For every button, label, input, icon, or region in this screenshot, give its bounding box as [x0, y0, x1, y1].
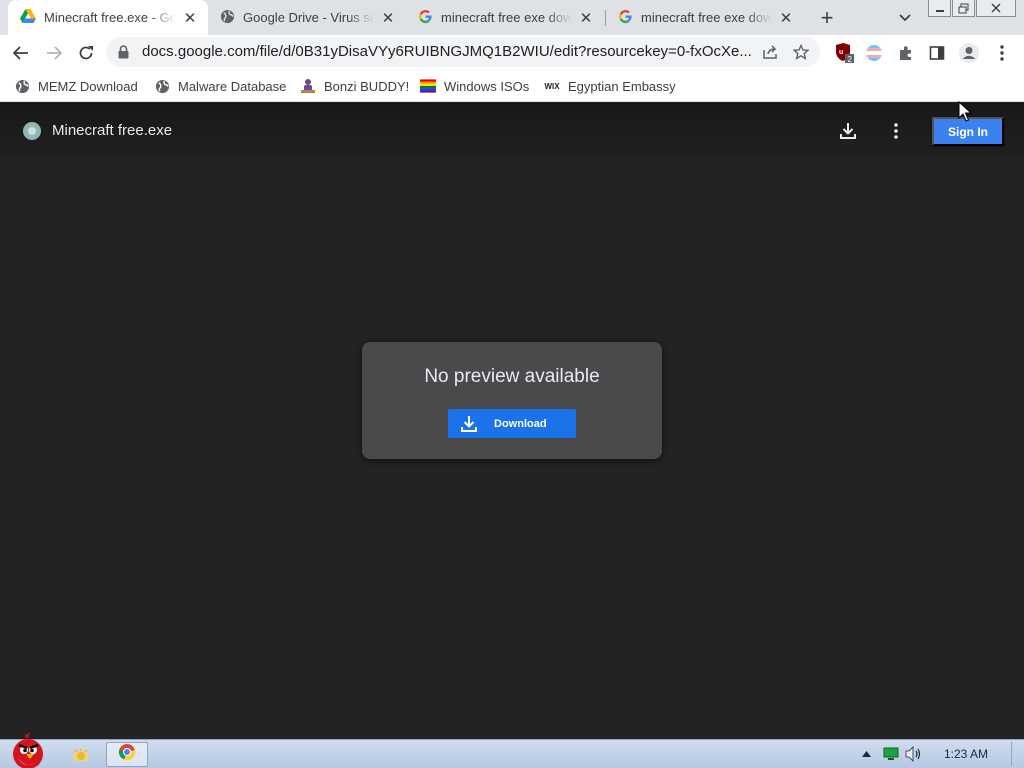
address-bar[interactable]: docs.google.com/file/d/0B31yDisaVYy6RUIB… [106, 37, 820, 67]
globe-icon [220, 9, 235, 27]
mouse-cursor-icon [958, 100, 973, 128]
back-arrow-icon[interactable] [7, 39, 35, 67]
tab-google-search-2[interactable]: minecraft free exe download ✕ [606, 0, 804, 35]
profile-avatar-icon[interactable] [955, 39, 983, 67]
download-icon [458, 413, 480, 435]
bookmark-star-icon[interactable] [789, 40, 813, 64]
tab-title: minecraft free exe download [441, 10, 572, 25]
tab-minecraft-drive[interactable]: Minecraft free.exe - Google Drive ✕ [8, 0, 208, 35]
side-panel-icon[interactable] [923, 39, 951, 67]
pride-flag-extension-icon[interactable] [860, 39, 888, 67]
chrome-icon [118, 743, 136, 766]
tab-title: Minecraft free.exe - Google Drive [44, 10, 176, 25]
close-tab-icon[interactable]: ✕ [778, 10, 794, 27]
google-drive-icon [20, 9, 36, 26]
lock-icon[interactable] [118, 45, 129, 64]
svg-text:u: u [839, 49, 843, 56]
new-tab-button[interactable]: + [814, 5, 840, 31]
tray-expand-arrow-icon[interactable] [860, 746, 872, 762]
bookmark-malware-database[interactable]: Malware Database [154, 75, 286, 97]
bookmark-label: MEMZ Download [38, 78, 138, 94]
bookmark-egyptian-embassy[interactable]: WIX Egyptian Embassy [544, 75, 676, 97]
network-icon[interactable] [883, 746, 899, 762]
rainbow-flag-icon [420, 78, 436, 94]
wix-icon: WIX [544, 81, 560, 91]
tab-search-chevron-icon[interactable] [893, 5, 917, 31]
more-options-kebab-icon[interactable] [884, 119, 908, 143]
explorer-icon[interactable] [70, 742, 92, 767]
bookmark-label: Egyptian Embassy [568, 78, 676, 94]
restore-button[interactable] [952, 0, 975, 17]
tab-title: minecraft free exe download [641, 10, 772, 25]
taskbar-clock[interactable]: 1:23 AM [944, 747, 988, 761]
bookmark-bonzi-buddy[interactable]: Bonzi BUDDY! [300, 75, 409, 97]
forward-arrow-icon[interactable] [40, 39, 68, 67]
taskbar: 1:23 AM [0, 732, 1024, 768]
browser-menu-kebab-icon[interactable] [988, 39, 1016, 67]
start-button-angry-bird-icon[interactable] [4, 732, 50, 768]
no-preview-message: No preview available [424, 366, 600, 387]
close-tab-icon[interactable]: ✕ [578, 10, 594, 27]
viewer-header: Minecraft free.exe Sign In [0, 103, 1024, 159]
close-tab-icon[interactable]: ✕ [182, 10, 198, 27]
download-icon[interactable] [836, 119, 860, 143]
globe-icon [154, 78, 170, 94]
minimize-button[interactable] [928, 0, 951, 17]
tab-google-search-1[interactable]: minecraft free exe download ✕ [406, 0, 604, 35]
google-g-icon [618, 9, 633, 27]
extensions-puzzle-icon[interactable] [892, 39, 920, 67]
extension-badge-count: 2 [848, 55, 853, 64]
reload-icon[interactable] [72, 39, 100, 67]
globe-icon [14, 78, 30, 94]
download-button[interactable]: Download [448, 409, 576, 438]
share-icon[interactable] [758, 40, 782, 64]
file-name: Minecraft free.exe [52, 122, 173, 139]
bookmark-label: Malware Database [178, 78, 287, 94]
tab-strip: Minecraft free.exe - Google Drive ✕ Goog… [0, 0, 1024, 35]
browser-toolbar: docs.google.com/file/d/0B31yDisaVYy6RUIB… [0, 35, 1024, 70]
bookmark-windows-isos[interactable]: Windows ISOs [420, 75, 529, 97]
screen: Minecraft free.exe - Google Drive ✕ Goog… [0, 0, 1024, 768]
download-button-label: Download [494, 417, 547, 430]
window-close-button[interactable] [976, 0, 1016, 17]
bookmark-memz-download[interactable]: MEMZ Download [14, 75, 138, 97]
file-type-icon [23, 122, 41, 140]
no-preview-dialog: No preview available Download [362, 342, 662, 459]
close-tab-icon[interactable]: ✕ [380, 10, 396, 27]
tab-virus-scan[interactable]: Google Drive - Virus scan warning ✕ [208, 0, 406, 35]
bookmark-label: Windows ISOs [444, 78, 530, 94]
drive-file-viewer: Minecraft free.exe Sign In No preview av… [0, 103, 1024, 739]
tab-title: Google Drive - Virus scan warning [243, 10, 374, 25]
bookmarks-bar: MEMZ Download Malware Database Bonzi BUD… [0, 70, 1024, 102]
ublock-extension-icon[interactable]: u2 [830, 39, 858, 67]
google-g-icon [418, 9, 433, 27]
bonzi-icon [300, 78, 316, 94]
chrome-taskbar-button[interactable] [106, 742, 148, 767]
url-text[interactable]: docs.google.com/file/d/0B31yDisaVYy6RUIB… [142, 43, 754, 60]
volume-icon[interactable] [905, 746, 923, 762]
bookmark-label: Bonzi BUDDY! [324, 78, 410, 94]
show-desktop-button[interactable] [1011, 742, 1021, 766]
